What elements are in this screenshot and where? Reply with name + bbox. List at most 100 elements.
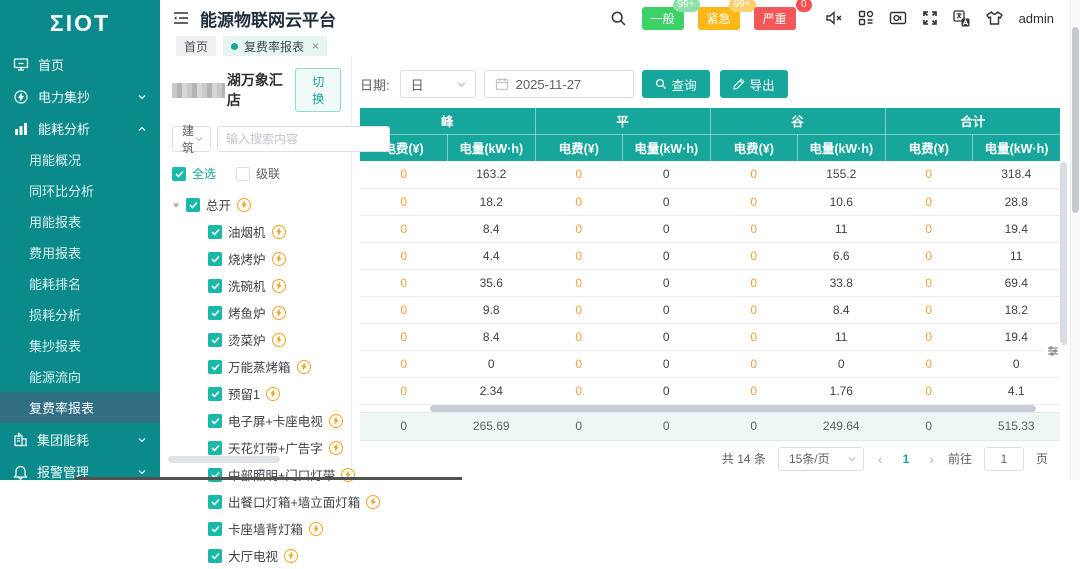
fee-cell[interactable]: 0 [885, 350, 973, 377]
tree-item-root[interactable]: 总开 [172, 191, 341, 218]
fee-cell[interactable]: 0 [885, 242, 973, 269]
tab-close-icon[interactable]: × [312, 39, 319, 53]
fee-cell[interactable]: 0 [710, 296, 798, 323]
fullscreen-icon[interactable] [922, 10, 938, 26]
tree-checkbox[interactable] [208, 387, 222, 401]
alarm-badge[interactable]: 严重0 [754, 7, 796, 30]
select-all-option[interactable]: 全选 [172, 165, 216, 182]
theme-shirt-icon[interactable] [985, 10, 1004, 26]
tree-checkbox[interactable] [208, 549, 222, 563]
fee-cell[interactable]: 0 [360, 296, 448, 323]
cascade-checkbox[interactable] [236, 167, 250, 181]
page-scrollbar-thumb[interactable] [1072, 27, 1079, 213]
fee-cell[interactable]: 0 [535, 350, 623, 377]
fee-cell[interactable]: 0 [535, 269, 623, 296]
tree-item[interactable]: 预留1 [172, 380, 341, 407]
tree-checkbox[interactable] [208, 522, 222, 536]
fee-cell[interactable]: 0 [710, 242, 798, 269]
fee-cell[interactable]: 0 [360, 350, 448, 377]
fee-cell[interactable]: 0 [885, 296, 973, 323]
sidebar-item-用能概况[interactable]: 用能概况 [0, 144, 160, 175]
screen-cast-icon[interactable] [889, 11, 907, 26]
alarm-badge[interactable]: 紧急99+ [698, 7, 740, 30]
fee-cell[interactable]: 0 [535, 323, 623, 350]
user-name[interactable]: admin [1019, 11, 1054, 26]
fee-cell[interactable]: 0 [360, 215, 448, 242]
export-button[interactable]: 导出 [720, 70, 788, 98]
tree-checkbox[interactable] [208, 414, 222, 428]
tree-checkbox[interactable] [208, 252, 222, 266]
apps-grid-icon[interactable] [858, 10, 874, 26]
tree-checkbox[interactable] [208, 306, 222, 320]
sidebar-item-能耗排名[interactable]: 能耗排名 [0, 268, 160, 299]
fee-cell[interactable]: 0 [710, 377, 798, 404]
tree-item[interactable]: 出餐口灯箱+墙立面灯箱 [172, 488, 341, 515]
page-scrollbar[interactable] [1070, 0, 1080, 480]
sidebar-item-电力集抄[interactable]: 电力集抄 [0, 81, 160, 112]
tree-search-input[interactable] [217, 126, 390, 152]
fee-cell[interactable]: 0 [360, 161, 448, 188]
tab-home[interactable]: 首页 [176, 36, 216, 56]
fee-cell[interactable]: 0 [710, 269, 798, 296]
fee-cell[interactable]: 0 [885, 161, 973, 188]
mute-icon[interactable] [825, 10, 843, 26]
sidebar-item-用能报表[interactable]: 用能报表 [0, 206, 160, 237]
prev-page-button[interactable]: ‹ [876, 451, 885, 467]
fee-cell[interactable]: 0 [885, 188, 973, 215]
fee-cell[interactable]: 0 [360, 242, 448, 269]
sidebar-item-复费率报表[interactable]: 复费率报表 [0, 392, 160, 423]
table-vertical-scrollbar[interactable] [1060, 162, 1067, 345]
fee-cell[interactable]: 0 [535, 215, 623, 242]
collapse-menu-icon[interactable] [172, 10, 190, 26]
tree-item[interactable]: 烧烤炉 [172, 245, 341, 272]
fee-cell[interactable]: 0 [885, 377, 973, 404]
goto-page-input[interactable] [984, 447, 1024, 471]
fee-cell[interactable]: 0 [360, 323, 448, 350]
fee-cell[interactable]: 0 [710, 323, 798, 350]
fee-cell[interactable]: 0 [885, 215, 973, 242]
fee-cell[interactable]: 0 [535, 296, 623, 323]
category-select[interactable]: 建筑 [172, 126, 211, 152]
sidebar-item-集团能耗[interactable]: 集团能耗 [0, 424, 160, 455]
tree-checkbox[interactable] [208, 225, 222, 239]
fee-cell[interactable]: 0 [885, 323, 973, 350]
fee-cell[interactable]: 0 [710, 215, 798, 242]
tree-item[interactable]: 烫菜炉 [172, 326, 341, 353]
sidebar-item-同环比分析[interactable]: 同环比分析 [0, 175, 160, 206]
sidebar-item-报警管理[interactable]: 报警管理 [0, 456, 160, 487]
next-page-button[interactable]: › [927, 451, 936, 467]
page-size-select[interactable]: 15条/页 [778, 447, 864, 471]
fee-cell[interactable]: 0 [360, 377, 448, 404]
switch-store-button[interactable]: 切换 [295, 68, 341, 112]
tree-checkbox[interactable] [208, 441, 222, 455]
sidebar-item-集抄报表[interactable]: 集抄报表 [0, 330, 160, 361]
tree-checkbox[interactable] [208, 279, 222, 293]
fee-cell[interactable]: 0 [535, 161, 623, 188]
fee-cell[interactable]: 0 [535, 188, 623, 215]
tab-report-active[interactable]: 复费率报表 × [223, 36, 327, 56]
tree-horizontal-scrollbar[interactable] [168, 456, 280, 463]
fee-cell[interactable]: 0 [360, 188, 448, 215]
tree-item[interactable]: 万能蒸烤箱 [172, 353, 341, 380]
sidebar-item-首页[interactable]: 首页 [0, 49, 160, 80]
current-page[interactable]: 1 [897, 452, 916, 466]
fee-cell[interactable]: 0 [535, 377, 623, 404]
tree-checkbox[interactable] [208, 495, 222, 509]
date-picker[interactable]: 2025-11-27 [484, 70, 634, 98]
select-all-checkbox[interactable] [172, 167, 186, 181]
fee-cell[interactable]: 0 [710, 161, 798, 188]
search-icon[interactable] [610, 10, 627, 27]
fee-cell[interactable]: 0 [885, 269, 973, 296]
tree-checkbox[interactable] [208, 360, 222, 374]
tree-item[interactable]: 油烟机 [172, 218, 341, 245]
sidebar-item-费用报表[interactable]: 费用报表 [0, 237, 160, 268]
period-select[interactable]: 日 [400, 70, 476, 98]
tree-item[interactable]: 烤鱼炉 [172, 299, 341, 326]
sidebar-item-能源流向[interactable]: 能源流向 [0, 361, 160, 392]
tree-item[interactable]: 洗碗机 [172, 272, 341, 299]
fee-cell[interactable]: 0 [710, 188, 798, 215]
tree-item[interactable]: 卡座墙背灯箱 [172, 515, 341, 542]
query-button[interactable]: 查询 [642, 70, 710, 98]
tree-item[interactable]: 中部照明+门口灯带 [172, 461, 341, 488]
fee-cell[interactable]: 0 [710, 350, 798, 377]
